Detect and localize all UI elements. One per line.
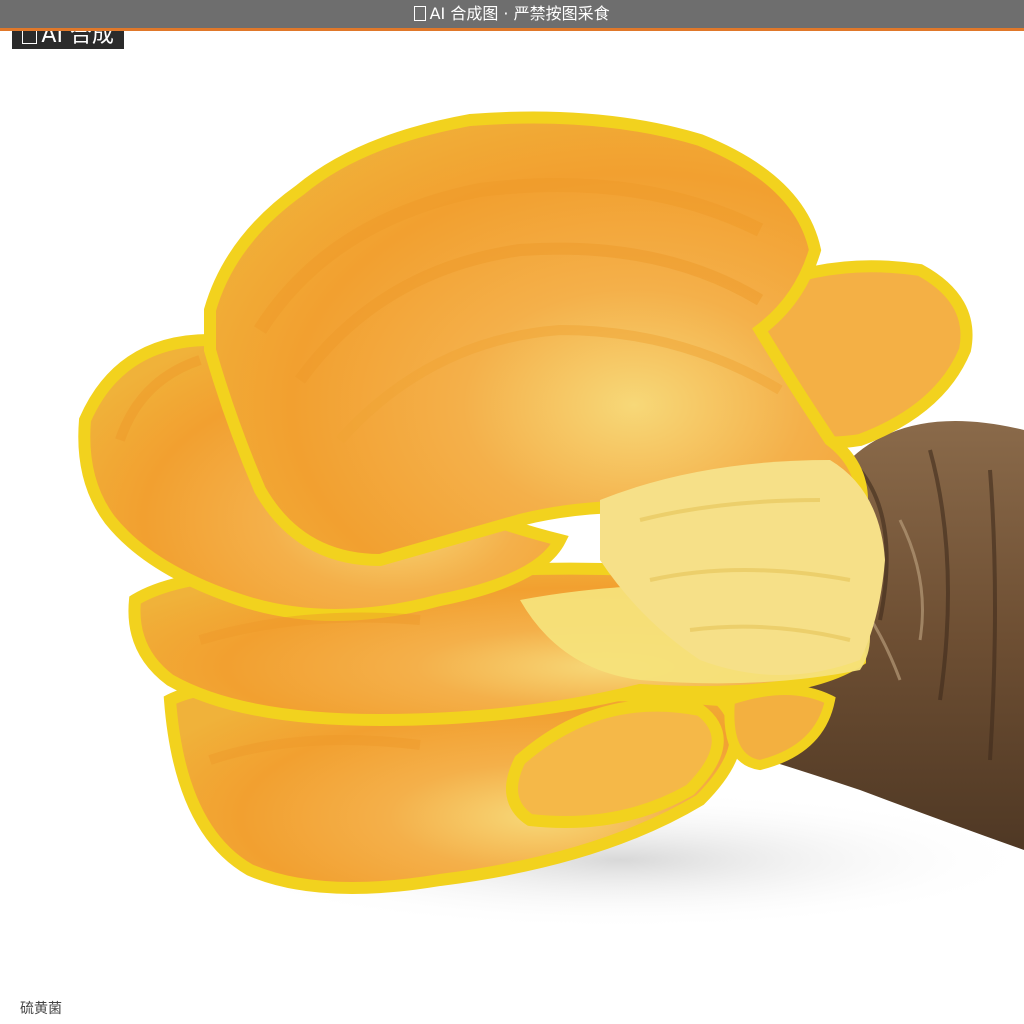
warning-banner: AI 合成图 · 严禁按图采食 <box>0 0 1024 31</box>
species-caption: 硫黄菌 <box>20 1001 62 1017</box>
mushroom-photo <box>78 111 1024 930</box>
warning-banner-text: AI 合成图 · 严禁按图采食 <box>429 4 610 23</box>
warning-icon <box>414 6 426 21</box>
